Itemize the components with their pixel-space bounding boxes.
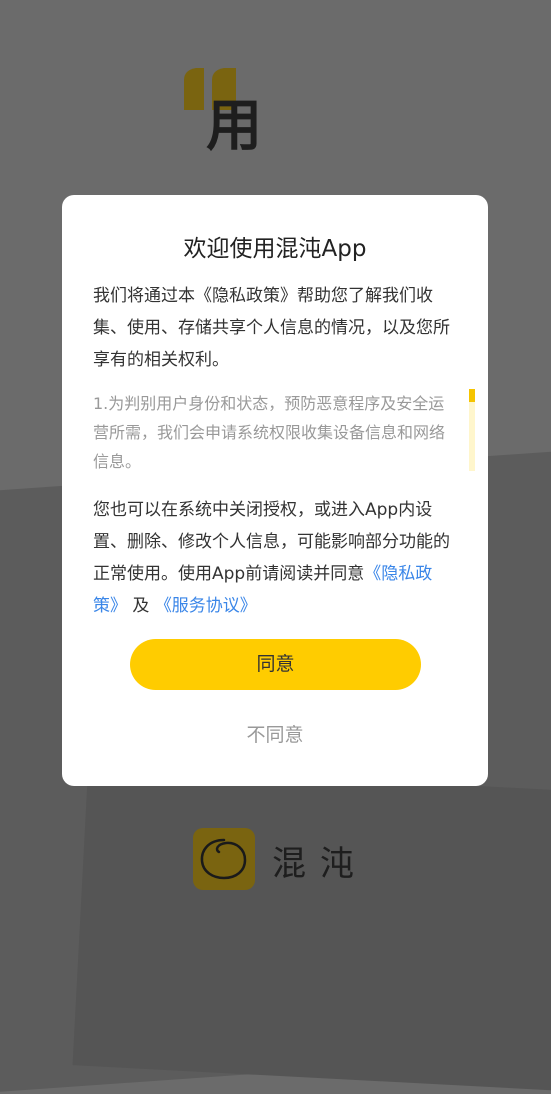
disagree-button[interactable]: 不同意 [62, 720, 488, 747]
terms-link[interactable]: 《服务协议》 [155, 596, 257, 616]
permissions-text: 1.为判别用户身份和状态，预防恶意程序及安全运营所需，我们会申请系统权限收集设备… [93, 394, 446, 471]
scrollbar-thumb[interactable] [469, 389, 475, 402]
background-shape-lower [72, 765, 551, 1094]
agree-button[interactable]: 同意 [130, 639, 421, 690]
dialog-outro-text: 您也可以在系统中关闭授权，或进入App内设置、删除、修改个人信息，可能影响部分功… [93, 494, 458, 622]
brand-logo [193, 828, 255, 890]
dialog-intro-text: 我们将通过本《隐私政策》帮助您了解我们收集、使用、存储共享个人信息的情况，以及您… [93, 286, 450, 370]
splash-character: 用 [206, 93, 262, 159]
circle-logo-icon [200, 838, 247, 880]
dialog-title: 欢迎使用混沌App [183, 236, 367, 262]
scrollbar-track[interactable] [469, 389, 475, 471]
and-text: 及 [127, 596, 155, 616]
permissions-scroll-area[interactable]: 1.为判别用户身份和状态，预防恶意程序及安全运营所需，我们会申请系统权限收集设备… [93, 389, 475, 471]
privacy-dialog: 欢迎使用混沌App 我们将通过本《隐私政策》帮助您了解我们收集、使用、存储共享个… [62, 195, 488, 786]
brand-name: 混沌 [272, 844, 368, 884]
